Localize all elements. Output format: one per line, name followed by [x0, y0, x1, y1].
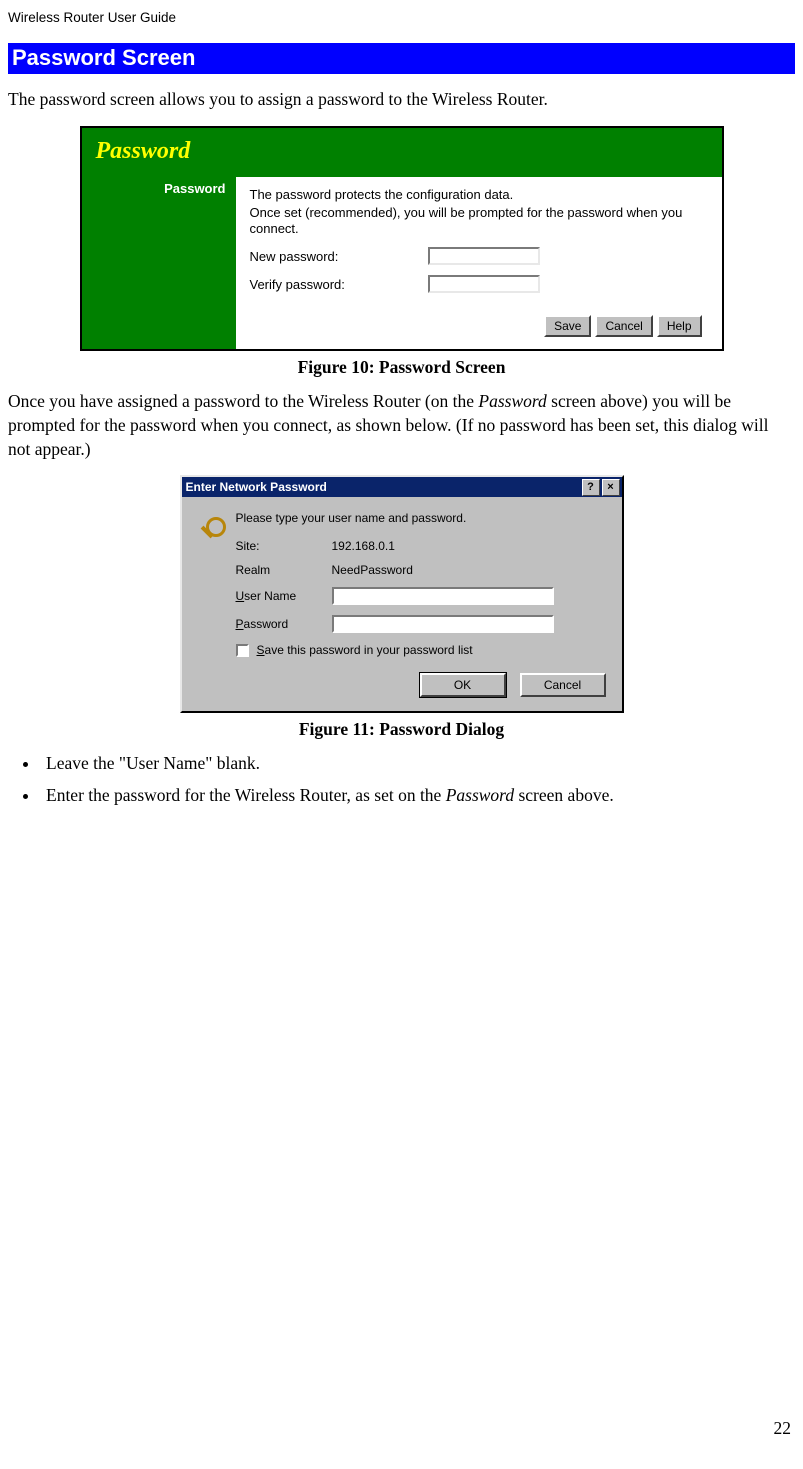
new-password-label: New password: [250, 249, 428, 264]
sidebar-label-password: Password [82, 177, 236, 196]
panel-header-spacer [236, 128, 722, 176]
dialog-prompt: Please type your user name and password. [236, 511, 606, 525]
verify-password-label: Verify password: [250, 277, 428, 292]
cancel-button[interactable]: Cancel [595, 315, 652, 337]
username-input[interactable] [332, 587, 554, 605]
key-icon [196, 513, 226, 543]
site-value: 192.168.0.1 [332, 539, 395, 553]
panel-title: Password [82, 128, 236, 177]
dialog-titlebar: Enter Network Password ? × [182, 477, 622, 497]
dialog-cancel-button[interactable]: Cancel [520, 673, 606, 697]
new-password-input[interactable] [428, 247, 540, 265]
panel-description-line2: Once set (recommended), you will be prom… [250, 205, 708, 238]
verify-password-input[interactable] [428, 275, 540, 293]
bullet-item-1: Leave the "User Name" blank. [40, 752, 795, 776]
password-label: Password [236, 617, 332, 631]
ok-button[interactable]: OK [420, 673, 506, 697]
bullet-item-2: Enter the password for the Wireless Rout… [40, 784, 795, 808]
realm-label: Realm [236, 563, 332, 577]
document-header: Wireless Router User Guide [8, 10, 795, 25]
mid-text-span: Once you have assigned a password to the… [8, 391, 768, 458]
realm-value: NeedPassword [332, 563, 413, 577]
router-password-panel: Password Password The password protects … [80, 126, 724, 352]
help-icon[interactable]: ? [582, 479, 600, 496]
page-number: 22 [774, 1418, 792, 1439]
figure-10-caption: Figure 10: Password Screen [8, 357, 795, 378]
figure-10-wrapper: Password Password The password protects … [8, 126, 795, 352]
close-icon[interactable]: × [602, 479, 620, 496]
panel-description-line1: The password protects the configuration … [250, 187, 708, 203]
figure-11-caption: Figure 11: Password Dialog [8, 719, 795, 740]
username-label: User Name [236, 589, 332, 603]
intro-paragraph: The password screen allows you to assign… [8, 88, 795, 112]
site-label: Site: [236, 539, 332, 553]
help-button[interactable]: Help [657, 315, 702, 337]
network-password-dialog: Enter Network Password ? × Please type y… [180, 475, 624, 713]
password-input[interactable] [332, 615, 554, 633]
save-button[interactable]: Save [544, 315, 591, 337]
section-heading: Password Screen [8, 43, 795, 74]
dialog-title: Enter Network Password [186, 480, 580, 494]
mid-paragraph: Once you have assigned a password to the… [8, 390, 795, 461]
save-password-checkbox[interactable] [236, 644, 249, 657]
save-password-label: Save this password in your password list [257, 643, 473, 657]
figure-11-wrapper: Enter Network Password ? × Please type y… [8, 475, 795, 713]
bullet-list: Leave the "User Name" blank. Enter the p… [10, 752, 795, 807]
